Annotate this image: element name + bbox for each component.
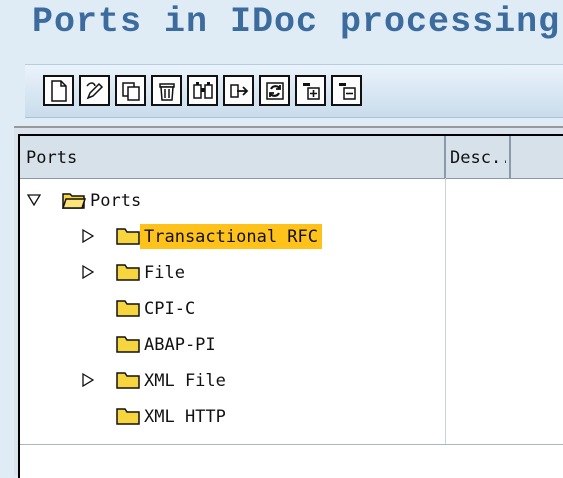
tree-node-label: XML HTTP [144,406,226,427]
expand-all-icon [302,82,320,100]
refresh-button[interactable] [259,75,290,106]
folder-icon [116,372,140,389]
port-tree[interactable]: Ports Desc... Ports Transactional RFC [18,134,563,478]
divider [20,444,563,445]
delete-icon [158,82,175,101]
copy-icon [121,81,140,101]
tree-node-root[interactable]: Ports [20,182,563,218]
tree-node-label: XML File [144,370,226,391]
tree-panel: Ports Desc... Ports Transactional RFC [14,126,563,478]
folder-icon [116,264,140,281]
tree-node-transactional-rfc[interactable]: Transactional RFC [20,218,563,254]
column-header-ports[interactable]: Ports [26,136,444,178]
tree-node-label: CPI-C [144,298,196,319]
tree-node-abap-pi[interactable]: ABAP-PI [20,326,563,362]
collapsed-arrow-icon[interactable] [80,372,96,388]
collapse-all-icon [338,82,356,100]
tree-node-xml-http[interactable]: XML HTTP [20,398,563,434]
tree-node-label: ABAP-PI [144,334,216,355]
create-icon [50,79,67,102]
delete-button[interactable] [151,75,182,106]
tree-node-xml-file[interactable]: XML File [20,362,563,398]
tree-node-label: File [144,262,185,283]
tree-node-label: Transactional RFC [140,223,322,249]
toolbar [25,64,563,118]
transport-icon [229,83,248,98]
transport-button[interactable] [223,75,254,106]
find-icon [192,81,213,99]
column-header-description[interactable]: Desc... [450,136,506,178]
collapsed-arrow-icon[interactable] [80,228,96,244]
folder-icon [116,300,140,317]
tree-node-cpi-c[interactable]: CPI-C [20,290,563,326]
create-button[interactable] [43,75,74,106]
folder-icon [116,408,140,425]
find-button[interactable] [187,75,218,106]
page-title: Ports in IDoc processing [32,2,561,42]
folder-icon [116,336,140,353]
change-icon [85,81,103,99]
refresh-icon [265,81,284,100]
tree-header: Ports Desc... [20,136,563,179]
expanded-arrow-icon[interactable] [26,192,42,208]
open-folder-icon [62,193,86,209]
collapsed-arrow-icon[interactable] [80,264,96,280]
expand-all-button[interactable] [295,75,326,106]
collapse-all-button[interactable] [331,75,362,106]
tree-node-label: Ports [90,190,142,211]
copy-button[interactable] [115,75,146,106]
change-button[interactable] [79,75,110,106]
folder-icon [116,228,140,245]
column-separator[interactable] [444,136,446,178]
tree-node-file[interactable]: File [20,254,563,290]
column-separator[interactable] [509,136,511,178]
